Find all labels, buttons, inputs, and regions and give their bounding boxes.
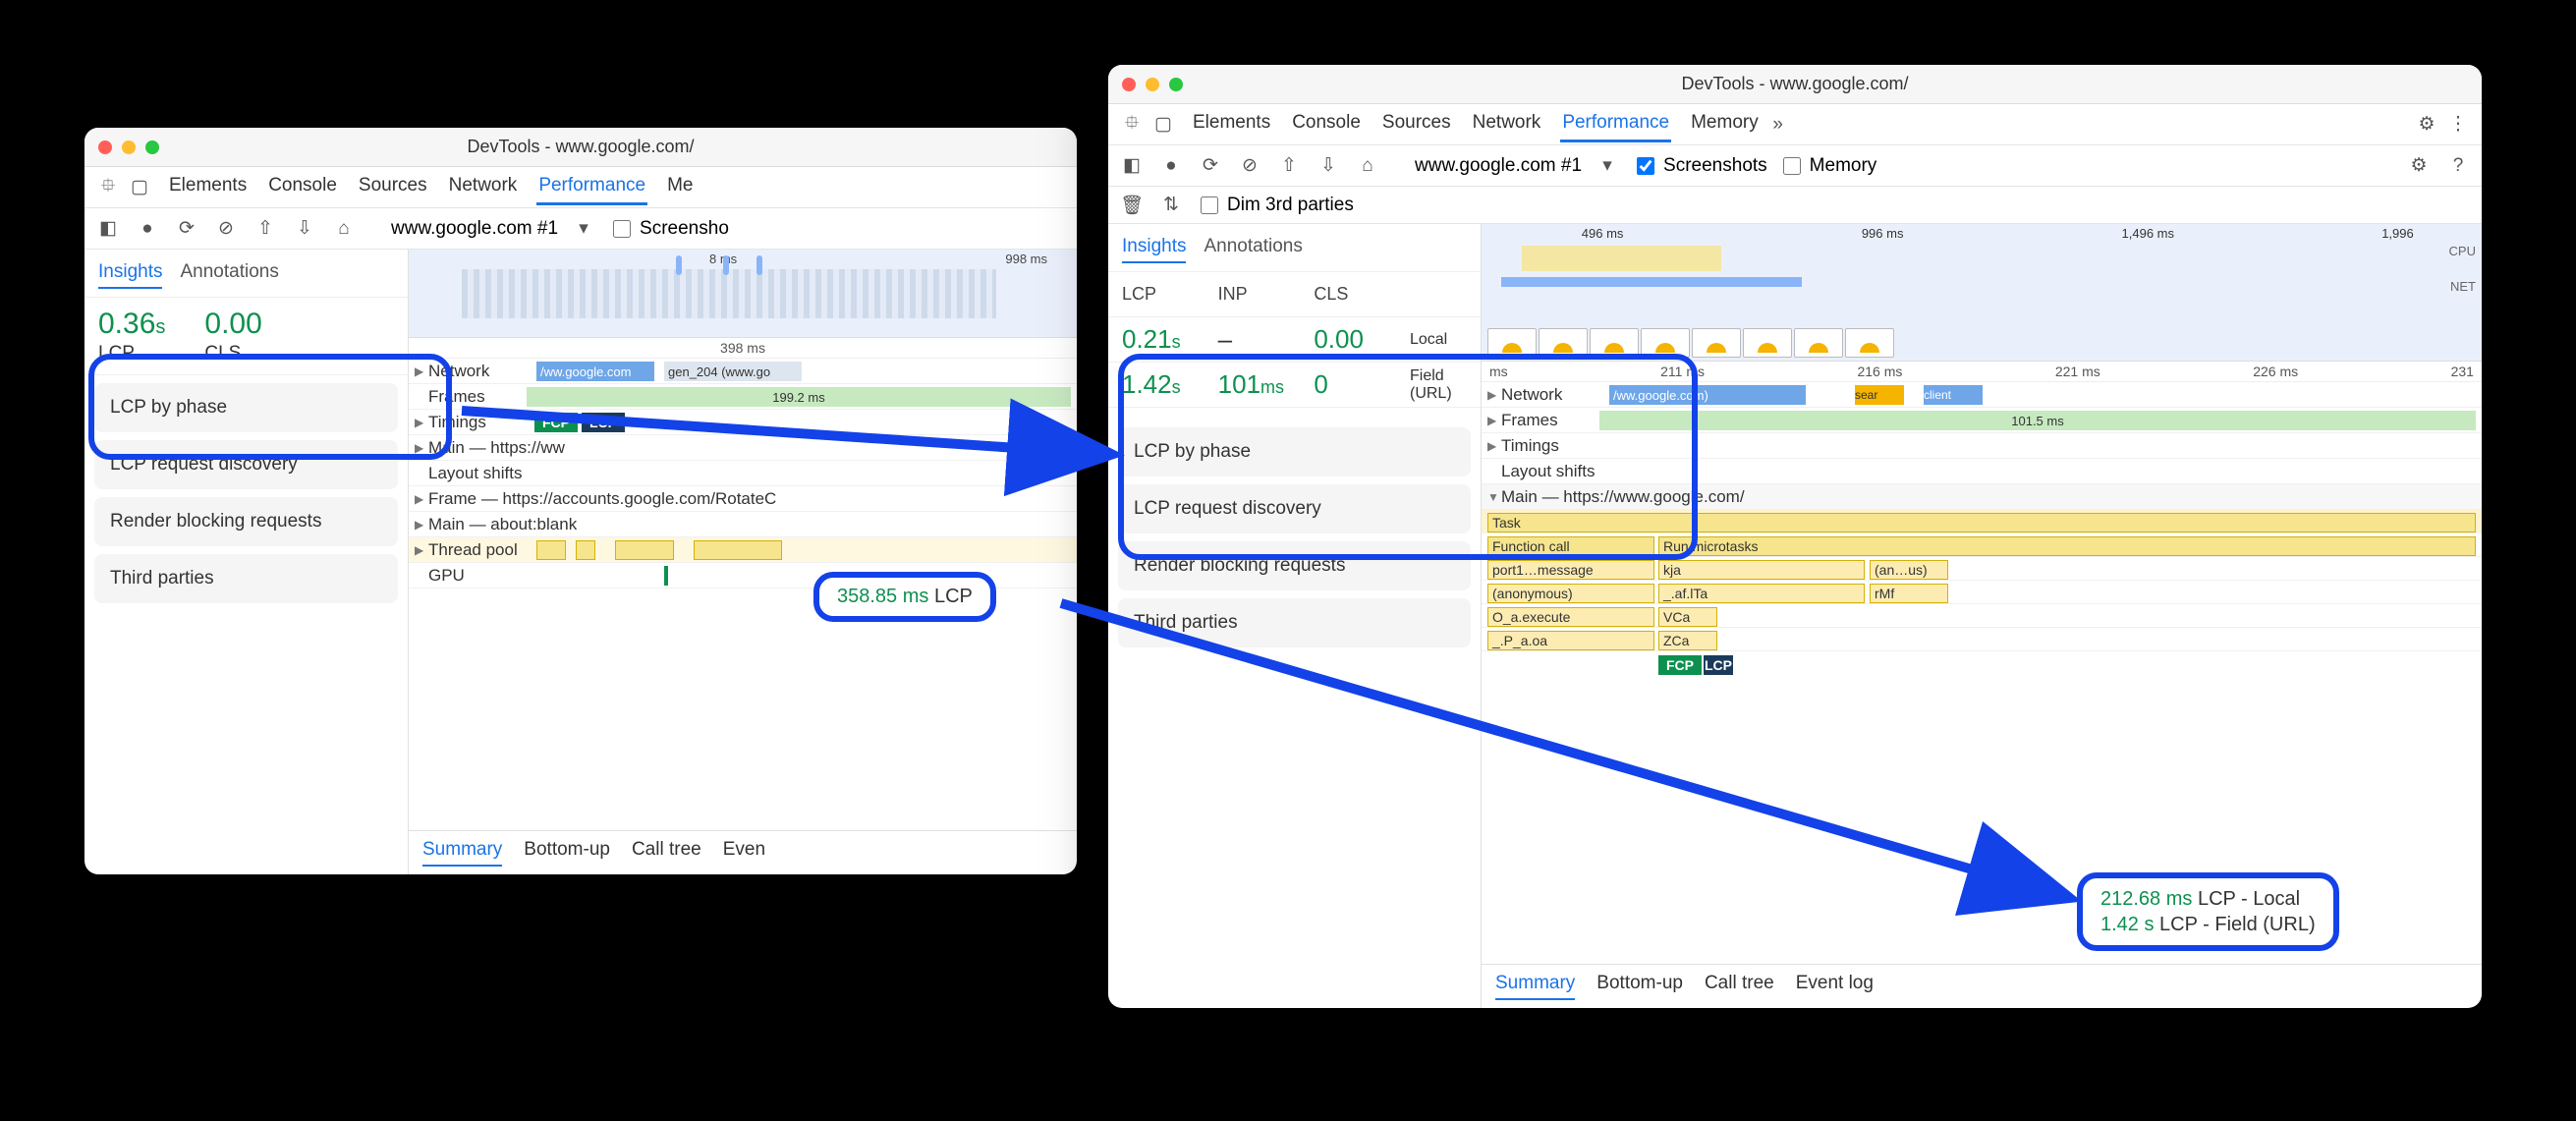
insight-third-parties[interactable]: Third parties <box>94 554 398 603</box>
screenshots-checkbox[interactable]: Screenshots <box>1633 154 1767 178</box>
tab-summary[interactable]: Summary <box>1495 973 1575 1000</box>
clear-icon[interactable]: ⊘ <box>212 217 240 240</box>
tooltip-lcp-timing: 358.85 ms LCP <box>813 572 996 622</box>
insight-third-parties[interactable]: Third parties <box>1118 598 1471 647</box>
collapse-icon[interactable]: ⇅ <box>1157 194 1185 216</box>
tab-console[interactable]: Console <box>266 169 339 205</box>
tab-performance[interactable]: Performance <box>536 169 647 205</box>
help-icon[interactable]: ? <box>2444 155 2472 177</box>
tab-network[interactable]: Network <box>1471 106 1543 142</box>
devtools-window-right: DevTools - www.google.com/ ⯐ ▢ Elements … <box>1108 65 2482 1008</box>
titlebar[interactable]: DevTools - www.google.com/ <box>1108 65 2482 104</box>
screenshots-checkbox[interactable]: Screensho <box>609 217 729 241</box>
inspect-icon[interactable]: ⯐ <box>1118 109 1146 140</box>
reload-icon[interactable]: ⟳ <box>1197 154 1224 177</box>
tab-calltree[interactable]: Call tree <box>632 839 701 867</box>
upload-icon[interactable]: ⇧ <box>1275 154 1303 177</box>
tab-eventlog[interactable]: Event log <box>1796 973 1874 1000</box>
tab-sources[interactable]: Sources <box>357 169 429 205</box>
settings-icon[interactable]: ⚙ <box>2413 113 2440 136</box>
tab-performance[interactable]: Performance <box>1560 106 1671 142</box>
gear-icon[interactable]: ⚙ <box>2405 154 2433 177</box>
tab-insights[interactable]: Insights <box>1122 232 1186 263</box>
insight-lcp-discovery[interactable]: LCP request discovery <box>1118 484 1471 533</box>
tab-memory[interactable]: Memory <box>1689 106 1761 142</box>
traffic-lights[interactable] <box>98 140 159 154</box>
main-toolbar: ⯐ ▢ Elements Console Sources Network Per… <box>84 167 1077 208</box>
record-icon[interactable]: ● <box>134 218 161 240</box>
device-icon[interactable]: ▢ <box>1149 113 1177 136</box>
tab-console[interactable]: Console <box>1290 106 1363 142</box>
cwv-table: LCP INP CLS 0.21s – 0.00 Local 1.42s 101… <box>1108 272 1481 408</box>
chevron-down-icon[interactable]: ▾ <box>570 217 597 240</box>
profile-select[interactable]: www.google.com #1 <box>1415 155 1582 177</box>
sidebar-toggle-icon[interactable]: ◧ <box>94 217 122 240</box>
maximize-icon[interactable] <box>1169 78 1183 91</box>
home-icon[interactable]: ⌂ <box>1354 155 1381 177</box>
kebab-icon[interactable]: ⋮ <box>2444 113 2472 136</box>
tab-sources[interactable]: Sources <box>1380 106 1453 142</box>
tab-eventlog[interactable]: Even <box>723 839 765 867</box>
window-title: DevTools - www.google.com/ <box>1108 74 2482 94</box>
upload-icon[interactable]: ⇧ <box>252 217 279 240</box>
insight-lcp-phase[interactable]: LCP by phase <box>1118 427 1471 476</box>
record-icon[interactable]: ● <box>1157 155 1185 177</box>
home-icon[interactable]: ⌂ <box>330 218 358 240</box>
bottom-tabs: Summary Bottom-up Call tree Even <box>409 830 1077 874</box>
tab-annotations[interactable]: Annotations <box>180 257 278 289</box>
overview-minimap[interactable]: 8 ms 998 ms <box>409 250 1077 338</box>
download-icon[interactable]: ⇩ <box>1315 154 1342 177</box>
sidebar-toggle-icon[interactable]: ◧ <box>1118 154 1146 177</box>
minimize-icon[interactable] <box>122 140 136 154</box>
minimize-icon[interactable] <box>1146 78 1159 91</box>
close-icon[interactable] <box>1122 78 1136 91</box>
trash-icon[interactable]: 🗑 <box>1118 194 1146 217</box>
tab-elements[interactable]: Elements <box>167 169 249 205</box>
tab-annotations[interactable]: Annotations <box>1204 232 1302 263</box>
tab-bottomup[interactable]: Bottom-up <box>524 839 610 867</box>
perf-toolbar: ◧ ● ⟳ ⊘ ⇧ ⇩ ⌂ www.google.com #1 ▾ Screen… <box>84 208 1077 250</box>
insight-render-blocking[interactable]: Render blocking requests <box>94 497 398 546</box>
device-icon[interactable]: ▢ <box>126 176 153 198</box>
reload-icon[interactable]: ⟳ <box>173 217 200 240</box>
maximize-icon[interactable] <box>145 140 159 154</box>
titlebar[interactable]: DevTools - www.google.com/ <box>84 128 1077 167</box>
tab-insights[interactable]: Insights <box>98 257 162 289</box>
memory-checkbox[interactable]: Memory <box>1779 154 1877 178</box>
insight-lcp-discovery[interactable]: LCP request discovery <box>94 440 398 489</box>
tab-network[interactable]: Network <box>447 169 520 205</box>
tab-elements[interactable]: Elements <box>1191 106 1272 142</box>
more-tabs-icon[interactable]: » <box>1764 114 1792 136</box>
tooltip-lcp-field: 212.68 ms LCP - Local 1.42 s LCP - Field… <box>2077 872 2339 951</box>
close-icon[interactable] <box>98 140 112 154</box>
download-icon[interactable]: ⇩ <box>291 217 318 240</box>
clear-icon[interactable]: ⊘ <box>1236 154 1263 177</box>
devtools-window-left: DevTools - www.google.com/ ⯐ ▢ Elements … <box>84 128 1077 874</box>
core-web-vitals: 0.36sLCP 0.00CLS <box>84 298 408 375</box>
insight-render-blocking[interactable]: Render blocking requests <box>1118 541 1471 590</box>
overview-minimap[interactable]: 496 ms 996 ms 1,496 ms 1,996 CPU NET <box>1482 224 2482 362</box>
insight-lcp-phase[interactable]: LCP by phase <box>94 383 398 432</box>
tab-calltree[interactable]: Call tree <box>1705 973 1774 1000</box>
profile-select[interactable]: www.google.com #1 <box>391 218 558 240</box>
tab-bottomup[interactable]: Bottom-up <box>1596 973 1683 1000</box>
dim-3rd-checkbox[interactable]: Dim 3rd parties <box>1197 194 1354 217</box>
inspect-icon[interactable]: ⯐ <box>94 172 122 203</box>
window-title: DevTools - www.google.com/ <box>84 137 1077 157</box>
tab-memory[interactable]: Me <box>665 169 695 205</box>
tab-summary[interactable]: Summary <box>422 839 502 867</box>
chevron-down-icon[interactable]: ▾ <box>1594 154 1621 177</box>
panel-tabs: Elements Console Sources Network Perform… <box>167 169 696 205</box>
